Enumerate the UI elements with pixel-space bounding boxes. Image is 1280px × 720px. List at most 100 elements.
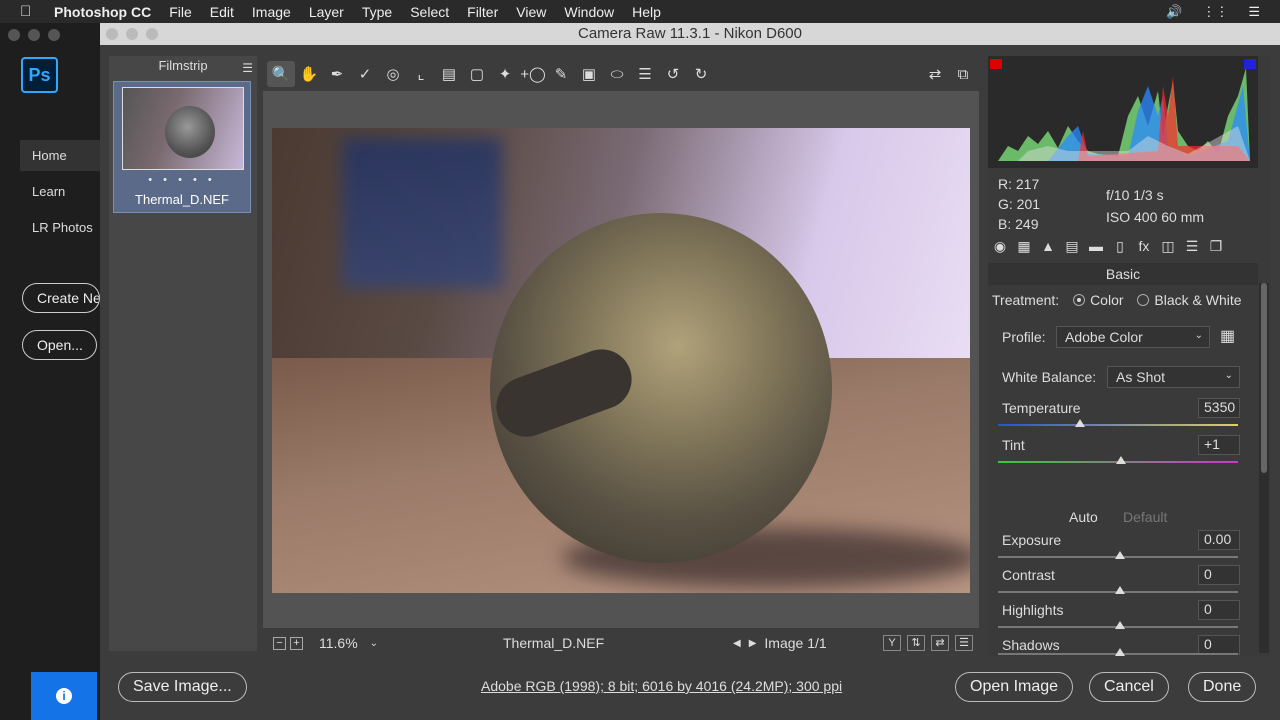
zoom-level[interactable]: 11.6%	[319, 635, 358, 651]
preferences-icon[interactable]: ☰	[631, 61, 659, 87]
before-after-y-button[interactable]: Y	[883, 635, 901, 651]
straighten-tool-icon[interactable]: ▤	[435, 61, 463, 87]
app-menu[interactable]: Photoshop CC	[54, 4, 151, 20]
zoom-dot[interactable]	[48, 29, 60, 41]
photo-preview[interactable]	[272, 128, 970, 593]
toggle-settings-icon[interactable]: ☰	[955, 635, 973, 651]
temperature-slider[interactable]	[998, 424, 1238, 426]
snapshots-tab-icon[interactable]: ❐	[1206, 238, 1226, 260]
ps-window-controls	[8, 29, 60, 41]
radial-filter-icon[interactable]: ⬭	[603, 61, 631, 87]
menu-help[interactable]: Help	[632, 4, 661, 20]
white-balance-select[interactable]: As Shot ⌄	[1107, 366, 1240, 388]
presets-tab-icon[interactable]: ☰	[1182, 238, 1202, 260]
menu-file[interactable]: File	[169, 4, 192, 20]
white-balance-tool-icon[interactable]: ✒	[323, 61, 351, 87]
copy-settings-icon[interactable]: ⇄	[931, 635, 949, 651]
spot-removal-tool-icon[interactable]: ✦	[491, 61, 519, 87]
ps-nav-home[interactable]: Home	[20, 140, 100, 171]
rotate-left-icon[interactable]: ↺	[659, 61, 687, 87]
apple-icon[interactable]: 	[20, 3, 38, 20]
panel-scrollbar[interactable]	[1259, 283, 1269, 653]
treatment-color-label[interactable]: Color	[1090, 292, 1123, 308]
filmstrip-thumbnail[interactable]: • • • • • Thermal_D.NEF	[113, 81, 251, 213]
contrast-slider-thumb[interactable]	[1115, 586, 1125, 594]
calibration-tab-icon[interactable]: ◫	[1158, 238, 1178, 260]
hsl-tab-icon[interactable]: ▤	[1062, 238, 1082, 260]
red-eye-tool-icon[interactable]: +◯	[519, 61, 547, 87]
create-new-button[interactable]: Create Ne	[22, 283, 100, 313]
menu-filter[interactable]: Filter	[467, 4, 498, 20]
menu-image[interactable]: Image	[252, 4, 291, 20]
menu-view[interactable]: View	[516, 4, 546, 20]
control-center-icon[interactable]: ⋮⋮	[1202, 4, 1228, 20]
tone-curve-tab-icon[interactable]: ▦	[1014, 238, 1034, 260]
ps-nav-learn[interactable]: Learn	[20, 176, 77, 207]
color-sampler-tool-icon[interactable]: ✓	[351, 61, 379, 87]
zoom-in-button[interactable]: +	[290, 636, 303, 650]
workflow-options-link[interactable]: Adobe RGB (1998); 8 bit; 6016 by 4016 (2…	[481, 678, 842, 694]
highlights-value[interactable]: 0	[1198, 600, 1240, 620]
menu-window[interactable]: Window	[564, 4, 614, 20]
treatment-bw-label[interactable]: Black & White	[1154, 292, 1241, 308]
detail-tab-icon[interactable]: ▲	[1038, 238, 1058, 260]
split-toning-tab-icon[interactable]: ▬	[1086, 238, 1106, 260]
adjustment-brush-icon[interactable]: ✎	[547, 61, 575, 87]
profile-select[interactable]: Adobe Color ⌄	[1056, 326, 1210, 348]
rotate-right-icon[interactable]: ↻	[687, 61, 715, 87]
fx-tab-icon[interactable]: fx	[1134, 238, 1154, 260]
save-image-button[interactable]: Save Image...	[118, 672, 247, 702]
shadows-slider-thumb[interactable]	[1115, 648, 1125, 656]
menu-edit[interactable]: Edit	[210, 4, 234, 20]
prev-image-icon[interactable]: ◀	[733, 638, 741, 649]
list-menu-icon[interactable]: ☰	[1248, 4, 1260, 20]
panel-menu-icon[interactable]: ☰	[242, 58, 253, 78]
scrollbar-thumb[interactable]	[1261, 283, 1267, 473]
exposure-slider-thumb[interactable]	[1115, 551, 1125, 559]
highlight-clipping-warning[interactable]	[1244, 59, 1256, 69]
treatment-color-radio[interactable]	[1073, 294, 1086, 306]
done-button[interactable]: Done	[1188, 672, 1257, 702]
ps-nav-lr-photos[interactable]: LR Photos	[20, 212, 105, 243]
cr-minimize-dot[interactable]	[126, 28, 138, 40]
swap-before-after-icon[interactable]: ⇅	[907, 635, 925, 651]
zoom-tool-icon[interactable]: 🔍	[267, 61, 295, 87]
shadow-clipping-warning[interactable]	[990, 59, 1002, 69]
open-button[interactable]: Open...	[22, 330, 97, 360]
auto-link[interactable]: Auto	[1069, 509, 1098, 525]
menu-type[interactable]: Type	[362, 4, 392, 20]
transform-tool-icon[interactable]: ▢	[463, 61, 491, 87]
temperature-value[interactable]: 5350	[1198, 398, 1240, 418]
hand-tool-icon[interactable]: ✋	[295, 61, 323, 87]
contrast-value[interactable]: 0	[1198, 565, 1240, 585]
zoom-out-button[interactable]: −	[273, 636, 286, 650]
minimize-dot[interactable]	[28, 29, 40, 41]
graduated-filter-icon[interactable]: ▣	[575, 61, 603, 87]
rating-dots[interactable]: • • • • •	[114, 174, 250, 186]
temperature-slider-thumb[interactable]	[1075, 419, 1085, 427]
lens-tab-icon[interactable]: ▯	[1110, 238, 1130, 260]
shadows-value[interactable]: 0	[1198, 635, 1240, 655]
profile-browser-icon[interactable]: ▦	[1220, 326, 1235, 346]
basic-tab-icon[interactable]: ◉	[990, 238, 1010, 260]
cr-zoom-dot[interactable]	[146, 28, 158, 40]
tint-slider-thumb[interactable]	[1116, 456, 1126, 464]
fullscreen-icon[interactable]: ⧉	[949, 61, 977, 87]
tint-value[interactable]: +1	[1198, 435, 1240, 455]
toggle-preview-icon[interactable]: ⇄	[921, 61, 949, 87]
exposure-value[interactable]: 0.00	[1198, 530, 1240, 550]
menu-layer[interactable]: Layer	[309, 4, 344, 20]
open-image-button[interactable]: Open Image	[955, 672, 1074, 702]
treatment-bw-radio[interactable]	[1137, 294, 1150, 306]
cancel-button[interactable]: Cancel	[1089, 672, 1169, 702]
cr-close-dot[interactable]	[106, 28, 118, 40]
crop-tool-icon[interactable]: ⌞	[407, 61, 435, 87]
targeted-adjustment-tool-icon[interactable]: ◎	[379, 61, 407, 87]
highlights-slider-thumb[interactable]	[1115, 621, 1125, 629]
next-image-icon[interactable]: ▶	[749, 638, 757, 649]
info-button[interactable]: i	[31, 672, 97, 720]
zoom-dropdown-icon[interactable]: ⌄	[370, 638, 378, 649]
menu-select[interactable]: Select	[410, 4, 449, 20]
volume-icon[interactable]: 🔊	[1166, 4, 1182, 20]
close-dot[interactable]	[8, 29, 20, 41]
